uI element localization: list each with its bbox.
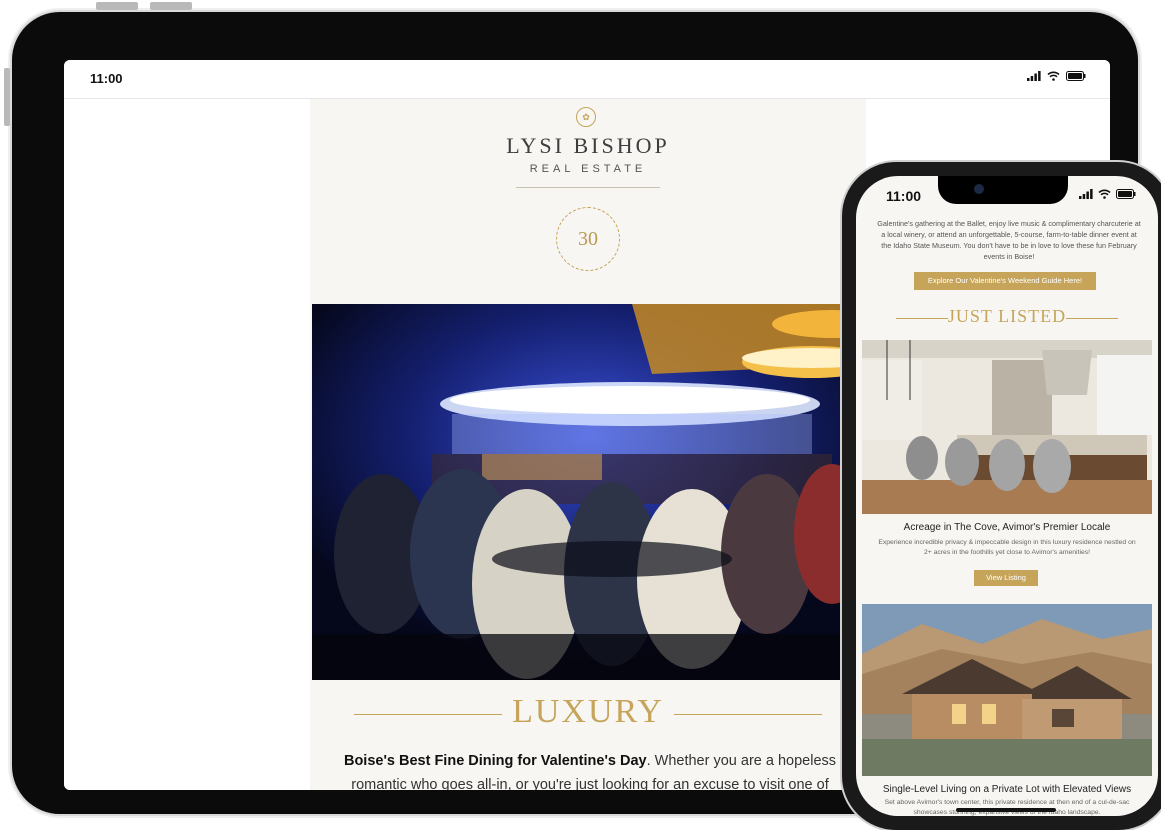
anniversary-badge: 30	[556, 207, 620, 271]
listing-image-house[interactable]	[862, 604, 1152, 776]
tablet-volume-button	[96, 2, 138, 10]
kitchen-photo	[862, 340, 1152, 514]
email-newsletter[interactable]: ✿ LYSI BISHOP REAL ESTATE 30 LUXURY Bois…	[310, 99, 866, 790]
battery-icon	[1066, 71, 1086, 81]
valentines-guide-button[interactable]: Explore Our Valentine's Weekend Guide He…	[914, 272, 1096, 290]
cellular-signal-icon	[1027, 71, 1041, 81]
brand-subtitle: REAL ESTATE	[529, 163, 647, 175]
tablet-status-bar: 11:00	[64, 60, 1110, 99]
phone-status-time: 11:00	[886, 188, 922, 204]
brand-logo-icon: ✿	[576, 107, 596, 127]
battery-icon	[1116, 189, 1136, 199]
restaurant-photo	[312, 304, 866, 680]
phone-device: 11:00 Galentine's gathering at the Balle…	[842, 162, 1161, 830]
hero-image-restaurant[interactable]	[312, 304, 866, 680]
badge-number: 30	[578, 228, 598, 250]
status-icons	[1027, 71, 1086, 81]
status-time: 11:00	[90, 71, 123, 86]
listing-description: Experience incredible privacy & impeccab…	[878, 539, 1136, 556]
phone-status-icons	[1079, 189, 1136, 199]
house-photo	[862, 604, 1152, 776]
listing-image-kitchen[interactable]	[862, 340, 1152, 514]
section-title-just-listed: JUST LISTED	[947, 306, 1067, 326]
cellular-signal-icon	[1079, 189, 1093, 199]
wifi-icon	[1047, 71, 1060, 81]
article-intro: Boise's Best Fine Dining for Valentine's…	[340, 749, 840, 790]
article-intro-bold: Boise's Best Fine Dining for Valentine's…	[343, 753, 647, 769]
brand-name: LYSI BISHOP	[506, 133, 670, 158]
tablet-volume-button	[150, 2, 192, 10]
home-indicator[interactable]	[956, 808, 1056, 812]
listing-description: Set above Avimor's town center, this pri…	[884, 799, 1130, 816]
phone-notch	[938, 176, 1068, 204]
wifi-icon	[1098, 189, 1111, 199]
listing-title: Single-Level Living on a Private Lot wit…	[882, 784, 1132, 795]
listing-title: Acreage in The Cove, Avimor's Premier Lo…	[903, 522, 1111, 533]
section-title-luxury: LUXURY	[512, 693, 664, 730]
tablet-side-button	[4, 68, 10, 126]
phone-screen: 11:00 Galentine's gathering at the Balle…	[856, 176, 1158, 816]
phone-intro-text: Galentine's gathering at the Ballet, enj…	[877, 219, 1141, 261]
divider	[516, 187, 660, 188]
view-listing-button[interactable]: View Listing	[974, 570, 1038, 586]
front-camera-icon	[974, 184, 984, 194]
